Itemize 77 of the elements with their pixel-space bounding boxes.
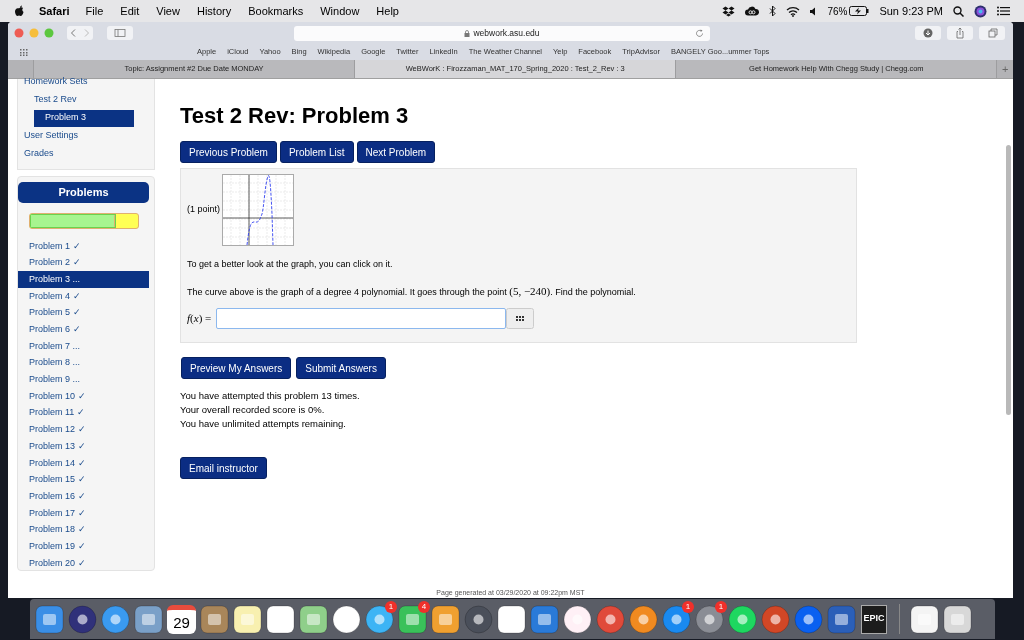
- address-bar[interactable]: webwork.asu.edu: [294, 25, 710, 41]
- search-icon[interactable]: [953, 5, 964, 17]
- url-text: webwork.asu.edu: [473, 26, 540, 40]
- equation-editor-icon[interactable]: [506, 308, 535, 329]
- nav-link[interactable]: Test 2 Rev: [34, 93, 77, 107]
- menu-item[interactable]: Window: [320, 2, 360, 20]
- notification-badge: 1: [682, 600, 694, 613]
- panel-header: Problems: [18, 182, 149, 203]
- problem-link[interactable]: Problem 5 ✓: [18, 304, 154, 322]
- menu-item[interactable]: Bookmarks: [248, 2, 304, 20]
- problem-link[interactable]: Problem 7 ...: [18, 338, 154, 355]
- graph-thumbnail[interactable]: [222, 174, 295, 246]
- reload-icon[interactable]: [695, 28, 704, 38]
- problem-link[interactable]: Problem 8 ...: [18, 354, 154, 372]
- problem-link[interactable]: Problem 18 ✓: [18, 521, 154, 539]
- notification-badge: 1: [385, 600, 397, 613]
- problem-link[interactable]: Problem 19 ✓: [18, 538, 154, 556]
- scrollbar[interactable]: [1006, 145, 1011, 415]
- status-message: Your overall recorded score is 0%.: [180, 403, 326, 417]
- nav-link[interactable]: Homework Sets: [24, 75, 88, 89]
- points-text: (1 point): [187, 203, 221, 217]
- problem-link[interactable]: Problem 2 ✓: [18, 254, 154, 272]
- sidebar-icon[interactable]: [107, 26, 133, 40]
- problem-link[interactable]: Problem 6 ✓: [18, 321, 154, 339]
- problem-link[interactable]: Problem 3 ...: [18, 271, 149, 289]
- problem-statement: The curve above is the graph of a degree 4 polynomial. It goes through the point (5, −240). Find the polynomial.: [187, 283, 637, 299]
- calendar-icon[interactable]: 29: [167, 604, 196, 634]
- nav-link[interactable]: Problem 3: [34, 109, 134, 127]
- notification-badge: 4: [418, 600, 430, 613]
- problem-link[interactable]: Problem 17 ✓: [18, 505, 154, 522]
- status-message: You have unlimited attempts remaining.: [180, 417, 347, 431]
- answer-label: f(x) =: [187, 311, 212, 327]
- problem-link[interactable]: Problem 11 ✓: [18, 404, 154, 422]
- battery-percent: 76%: [827, 4, 848, 19]
- problem-link[interactable]: Problem 13 ✓: [18, 438, 154, 455]
- nav-button[interactable]: Next Problem: [356, 141, 436, 163]
- submit-button[interactable]: Preview My Answers: [181, 357, 292, 379]
- game-store-icon[interactable]: EPIC: [861, 604, 887, 634]
- nav-button[interactable]: Previous Problem: [180, 141, 277, 163]
- grid-icon[interactable]: [20, 48, 30, 56]
- dropbox-icon[interactable]: [722, 5, 736, 17]
- battery-icon[interactable]: [849, 6, 870, 16]
- clock[interactable]: Sun 9:23 PM: [879, 2, 943, 20]
- bluetooth-icon[interactable]: [769, 5, 777, 17]
- menu-item[interactable]: View: [156, 2, 180, 20]
- problem-link[interactable]: Problem 20 ✓: [18, 555, 154, 572]
- menu-item[interactable]: Help: [376, 2, 399, 20]
- speaker-icon[interactable]: [810, 6, 818, 16]
- submit-button[interactable]: Submit Answers: [296, 357, 386, 379]
- nav-link[interactable]: Grades: [24, 147, 54, 161]
- nav-button[interactable]: Problem List: [279, 141, 354, 163]
- problem-link[interactable]: Problem 12 ✓: [18, 421, 154, 439]
- notification-badge: 1: [715, 600, 727, 613]
- page-title: Test 2 Rev: Problem 3: [180, 103, 410, 129]
- hint-text: To get a better look at the graph, you can click on it.: [187, 258, 394, 271]
- wifi-icon[interactable]: [786, 5, 801, 17]
- menu-item[interactable]: Edit: [120, 2, 140, 20]
- menu-icon[interactable]: [997, 6, 1010, 16]
- nav-link[interactable]: User Settings: [24, 129, 79, 143]
- problem-link[interactable]: Problem 4 ✓: [18, 288, 154, 305]
- problem-link[interactable]: Problem 16 ✓: [18, 488, 154, 505]
- status-message: You have attempted this problem 13 times.: [180, 389, 361, 403]
- app-menu[interactable]: Safari: [39, 2, 70, 20]
- problem-link[interactable]: Problem 14 ✓: [18, 454, 154, 472]
- answer-field[interactable]: [216, 308, 507, 329]
- cloud-icon[interactable]: [745, 6, 760, 16]
- lock-icon: [464, 29, 471, 37]
- email-button[interactable]: Email instructor: [180, 457, 267, 479]
- problem-link[interactable]: Problem 9 ...: [18, 371, 154, 389]
- problem-link[interactable]: Problem 15 ✓: [18, 471, 154, 489]
- problem-link[interactable]: Problem 1 ✓: [18, 238, 154, 255]
- menu-item[interactable]: File: [85, 2, 104, 20]
- download-icon[interactable]: [915, 26, 941, 40]
- problem-link[interactable]: Problem 10 ✓: [18, 388, 154, 405]
- tabs-icon[interactable]: [979, 26, 1005, 40]
- apple-icon[interactable]: [14, 5, 25, 17]
- menu-item[interactable]: History: [196, 2, 232, 20]
